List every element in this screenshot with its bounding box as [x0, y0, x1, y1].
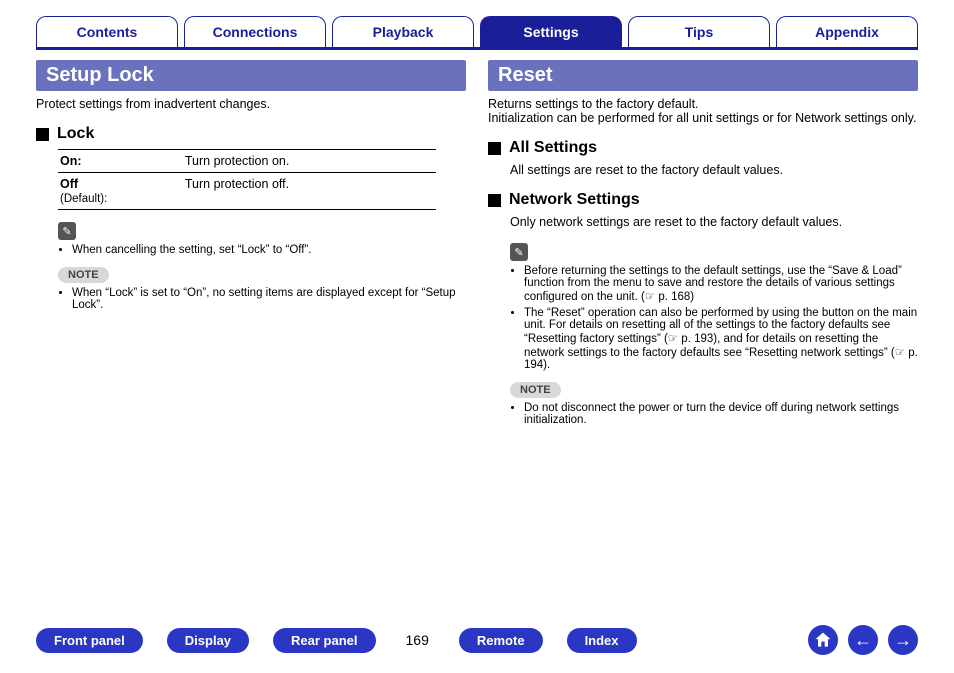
link-display[interactable]: Display	[167, 628, 249, 653]
square-bullet-icon	[488, 142, 501, 155]
link-index[interactable]: Index	[567, 628, 637, 653]
tab-settings[interactable]: Settings	[480, 16, 622, 47]
section-title-reset: Reset	[488, 60, 918, 91]
heading-lock-text: Lock	[57, 125, 94, 143]
option-off-default: (Default):	[60, 193, 107, 205]
square-bullet-icon	[36, 128, 49, 141]
link-rear-panel[interactable]: Rear panel	[273, 628, 375, 653]
heading-all-settings-text: All Settings	[509, 139, 597, 157]
top-tabbar: Contents Connections Playback Settings T…	[36, 16, 918, 50]
tab-tips[interactable]: Tips	[628, 16, 770, 47]
lock-options-table: On: Turn protection on. Off (Default): T…	[58, 149, 436, 210]
tab-playback[interactable]: Playback	[332, 16, 474, 47]
section-title-setup-lock: Setup Lock	[36, 60, 466, 91]
tab-contents[interactable]: Contents	[36, 16, 178, 47]
network-settings-desc: Only network settings are reset to the f…	[510, 215, 918, 229]
heading-network-settings: Network Settings	[488, 191, 918, 209]
link-front-panel[interactable]: Front panel	[36, 628, 143, 653]
list-item: Do not disconnect the power or turn the …	[524, 402, 918, 426]
table-row: On: Turn protection on.	[58, 150, 436, 173]
reset-note-list: Do not disconnect the power or turn the …	[510, 402, 918, 426]
all-settings-desc: All settings are reset to the factory de…	[510, 163, 918, 177]
note-badge: NOTE	[58, 267, 109, 283]
square-bullet-icon	[488, 194, 501, 207]
link-remote[interactable]: Remote	[459, 628, 543, 653]
col-reset: Reset Returns settings to the factory de…	[488, 60, 918, 436]
setup-lock-intro: Protect settings from inadvertent change…	[36, 97, 466, 111]
home-icon[interactable]	[808, 625, 838, 655]
option-off-key: Off (Default):	[58, 173, 183, 210]
reset-tip-list: Before returning the settings to the def…	[510, 265, 918, 371]
col-setup-lock: Setup Lock Protect settings from inadver…	[36, 60, 466, 436]
list-item: The “Reset” operation can also be perfor…	[524, 307, 918, 371]
page-number: 169	[406, 632, 429, 648]
list-item: When cancelling the setting, set “Lock” …	[72, 244, 466, 256]
reset-intro: Returns settings to the factory default.…	[488, 97, 918, 125]
option-on-value: Turn protection on.	[183, 150, 437, 173]
list-item: Before returning the settings to the def…	[524, 265, 918, 303]
pencil-icon: ✎	[510, 243, 528, 261]
heading-network-settings-text: Network Settings	[509, 191, 640, 209]
option-off-value: Turn protection off.	[183, 173, 437, 210]
table-row: Off (Default): Turn protection off.	[58, 173, 436, 210]
heading-all-settings: All Settings	[488, 139, 918, 157]
option-on-key: On:	[58, 150, 183, 173]
next-page-icon[interactable]: →	[888, 625, 918, 655]
nav-icons: ← →	[808, 625, 918, 655]
tab-appendix[interactable]: Appendix	[776, 16, 918, 47]
lock-tip-list: When cancelling the setting, set “Lock” …	[58, 244, 466, 256]
heading-lock: Lock	[36, 125, 466, 143]
pencil-icon: ✎	[58, 222, 76, 240]
footer-bar: Front panel Display Rear panel 169 Remot…	[36, 625, 918, 655]
note-badge: NOTE	[510, 382, 561, 398]
lock-note-list: When “Lock” is set to “On”, no setting i…	[58, 287, 466, 311]
tab-connections[interactable]: Connections	[184, 16, 326, 47]
list-item: When “Lock” is set to “On”, no setting i…	[72, 287, 466, 311]
prev-page-icon[interactable]: ←	[848, 625, 878, 655]
